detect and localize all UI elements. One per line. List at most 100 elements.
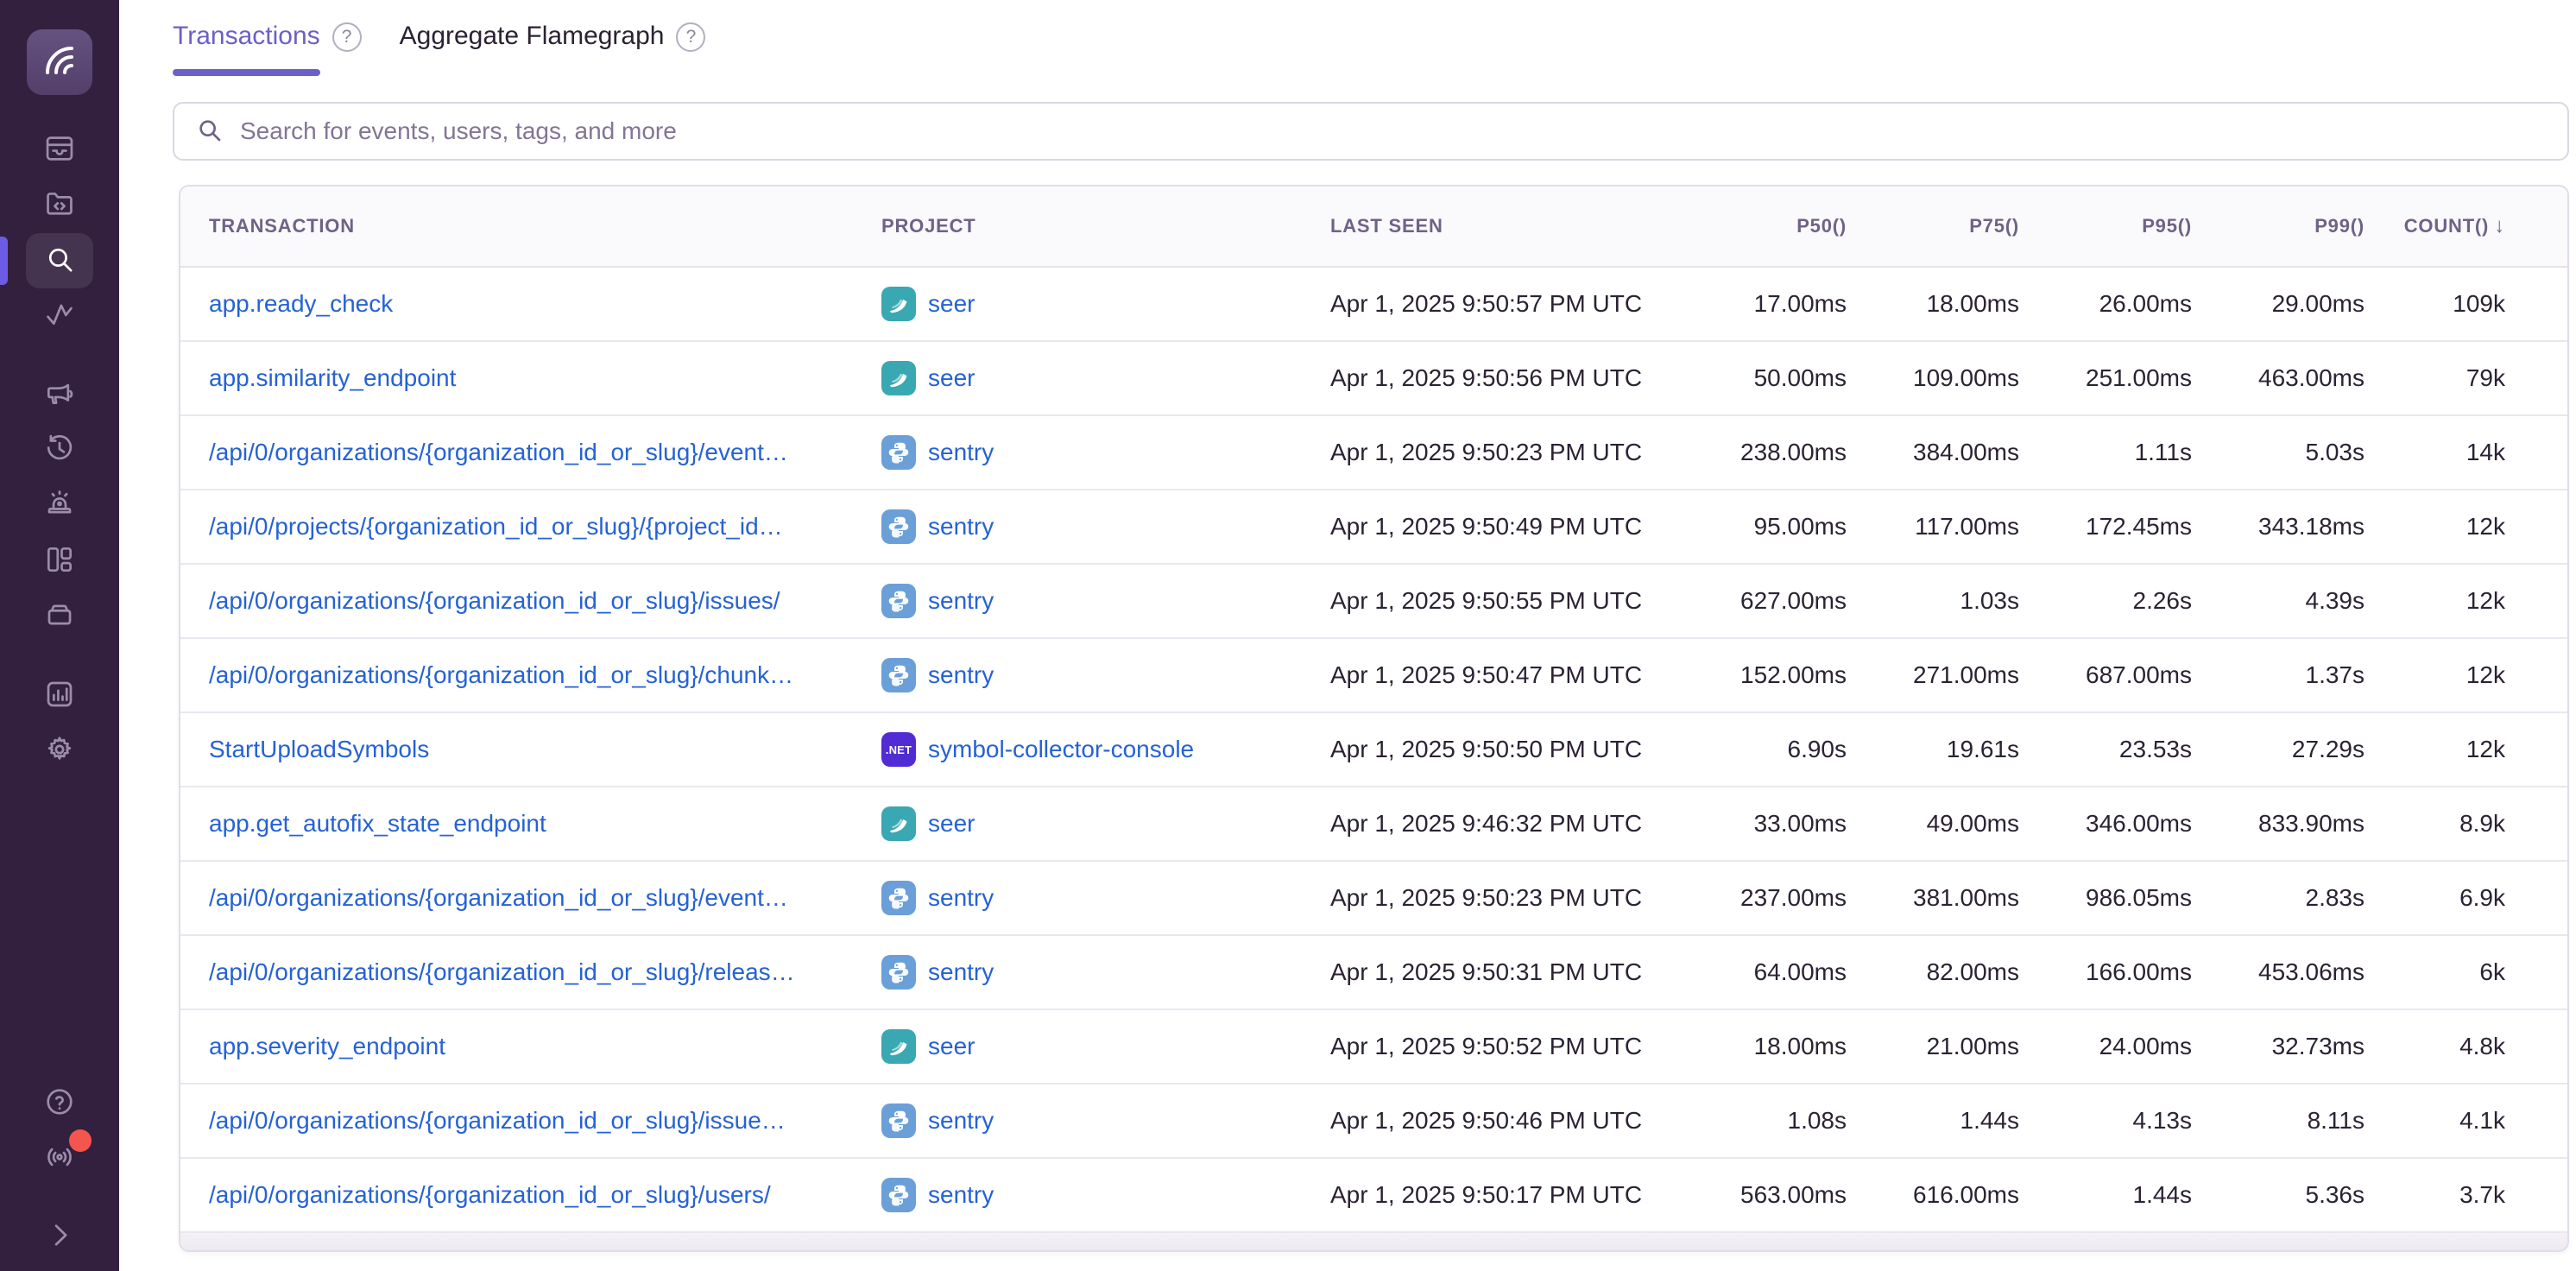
sidebar-item-search[interactable] xyxy=(26,233,93,288)
p99-value: 1.37s xyxy=(2197,661,2370,689)
count-value: 12k xyxy=(2370,736,2536,763)
p50-value: 6.90s xyxy=(1670,736,1852,763)
tab-aggregate-flamegraph-label: Aggregate Flamegraph xyxy=(400,19,665,54)
transaction-link[interactable]: StartUploadSymbols xyxy=(209,736,871,763)
transaction-link[interactable]: /api/0/organizations/{organization_id_or… xyxy=(209,1181,871,1209)
p75-value: 109.00ms xyxy=(1852,364,2024,392)
count-value: 12k xyxy=(2370,513,2536,541)
expand-chevron-icon xyxy=(43,1218,76,1255)
project-link[interactable]: sentry xyxy=(928,513,994,541)
seer-icon xyxy=(881,806,916,841)
python-icon xyxy=(881,584,916,618)
transactions-help-icon[interactable]: ? xyxy=(332,22,362,52)
releases-icon xyxy=(43,598,76,636)
dotnet-icon: .NET xyxy=(881,732,916,767)
column-header-p99[interactable]: P99() xyxy=(2197,215,2370,237)
transaction-link[interactable]: /api/0/organizations/{organization_id_or… xyxy=(209,587,871,615)
project-link[interactable]: sentry xyxy=(928,439,994,466)
column-header-p50[interactable]: P50() xyxy=(1670,215,1852,237)
project-link[interactable]: seer xyxy=(928,1033,975,1060)
help-icon xyxy=(43,1085,76,1122)
p95-value: 346.00ms xyxy=(2024,810,2197,838)
project-link[interactable]: sentry xyxy=(928,958,994,986)
sidebar-item-expand-chevron[interactable] xyxy=(26,1209,93,1264)
column-header-project[interactable]: PROJECT xyxy=(876,215,1325,237)
table-row: /api/0/organizations/{organization_id_or… xyxy=(180,1159,2567,1233)
column-header-p95[interactable]: P95() xyxy=(2024,215,2197,237)
column-header-count[interactable]: COUNT()↓ xyxy=(2370,214,2536,238)
search-bar[interactable] xyxy=(173,102,2569,161)
sentry-logo-button[interactable] xyxy=(27,29,92,95)
count-value: 79k xyxy=(2370,364,2536,392)
project-link[interactable]: sentry xyxy=(928,884,994,912)
transaction-link[interactable]: /api/0/organizations/{organization_id_or… xyxy=(209,439,871,466)
project-link[interactable]: seer xyxy=(928,364,975,392)
project-link[interactable]: sentry xyxy=(928,661,994,689)
search-icon xyxy=(195,116,223,148)
table-row: app.get_autofix_state_endpoint seer Apr … xyxy=(180,787,2567,862)
p95-value: 986.05ms xyxy=(2024,884,2197,912)
search-input[interactable] xyxy=(238,117,2547,146)
aggregate-flamegraph-help-icon[interactable]: ? xyxy=(676,22,705,52)
transaction-link[interactable]: app.severity_endpoint xyxy=(209,1033,871,1060)
main-content: Transactions ? Aggregate Flamegraph ? TR… xyxy=(119,0,2576,1271)
seer-icon xyxy=(881,361,916,395)
p95-value: 23.53s xyxy=(2024,736,2197,763)
p75-value: 384.00ms xyxy=(1852,439,2024,466)
traces-icon xyxy=(43,298,76,335)
transaction-link[interactable]: app.get_autofix_state_endpoint xyxy=(209,810,871,838)
project-link[interactable]: seer xyxy=(928,810,975,838)
count-value: 109k xyxy=(2370,290,2536,318)
sidebar-item-dashboards[interactable] xyxy=(26,534,93,589)
p99-value: 5.03s xyxy=(2197,439,2370,466)
tab-aggregate-flamegraph[interactable]: Aggregate Flamegraph ? xyxy=(400,19,706,76)
transaction-link[interactable]: /api/0/projects/{organization_id_or_slug… xyxy=(209,513,871,541)
notification-badge xyxy=(69,1129,92,1152)
project-link[interactable]: sentry xyxy=(928,587,994,615)
sidebar-item-feedback[interactable] xyxy=(26,368,93,423)
last-seen-value: Apr 1, 2025 9:50:50 PM UTC xyxy=(1325,736,1670,763)
last-seen-value: Apr 1, 2025 9:50:55 PM UTC xyxy=(1325,587,1670,615)
p95-value: 1.11s xyxy=(2024,439,2197,466)
sidebar-item-alerts[interactable] xyxy=(26,478,93,534)
p75-value: 616.00ms xyxy=(1852,1181,2024,1209)
column-header-p75[interactable]: P75() xyxy=(1852,215,2024,237)
project-link[interactable]: symbol-collector-console xyxy=(928,736,1194,763)
p75-value: 82.00ms xyxy=(1852,958,2024,986)
sidebar-item-stats[interactable] xyxy=(26,668,93,724)
project-link[interactable]: sentry xyxy=(928,1107,994,1135)
sidebar-item-traces[interactable] xyxy=(26,288,93,344)
sidebar-group-primary xyxy=(26,123,93,344)
transaction-link[interactable]: app.ready_check xyxy=(209,290,871,318)
project-link[interactable]: seer xyxy=(928,290,975,318)
p95-value: 4.13s xyxy=(2024,1107,2197,1135)
transaction-link[interactable]: app.similarity_endpoint xyxy=(209,364,871,392)
transaction-link[interactable]: /api/0/organizations/{organization_id_or… xyxy=(209,1107,871,1135)
python-icon xyxy=(881,435,916,470)
sidebar-item-issues[interactable] xyxy=(26,123,93,178)
p50-value: 95.00ms xyxy=(1670,513,1852,541)
sidebar-item-replays[interactable] xyxy=(26,423,93,478)
transaction-link[interactable]: /api/0/organizations/{organization_id_or… xyxy=(209,884,871,912)
sidebar-item-help[interactable] xyxy=(26,1076,93,1131)
transaction-link[interactable]: /api/0/organizations/{organization_id_or… xyxy=(209,661,871,689)
column-header-transaction[interactable]: TRANSACTION xyxy=(180,215,876,237)
column-header-last-seen[interactable]: LAST SEEN xyxy=(1325,215,1670,237)
last-seen-value: Apr 1, 2025 9:50:47 PM UTC xyxy=(1325,661,1670,689)
p99-value: 29.00ms xyxy=(2197,290,2370,318)
sort-desc-arrow-icon: ↓ xyxy=(2494,214,2505,237)
count-value: 8.9k xyxy=(2370,810,2536,838)
sidebar-item-whats-new[interactable] xyxy=(26,1131,93,1186)
tab-transactions[interactable]: Transactions ? xyxy=(173,19,362,76)
p95-value: 166.00ms xyxy=(2024,958,2197,986)
sidebar-item-explore[interactable] xyxy=(26,178,93,233)
project-link[interactable]: sentry xyxy=(928,1181,994,1209)
p99-value: 4.39s xyxy=(2197,587,2370,615)
table-row: /api/0/organizations/{organization_id_or… xyxy=(180,416,2567,490)
sidebar-group-tertiary xyxy=(26,668,93,779)
transaction-link[interactable]: /api/0/organizations/{organization_id_or… xyxy=(209,958,871,986)
sidebar-item-settings[interactable] xyxy=(26,724,93,779)
p50-value: 50.00ms xyxy=(1670,364,1852,392)
sidebar-item-releases[interactable] xyxy=(26,589,93,644)
last-seen-value: Apr 1, 2025 9:50:56 PM UTC xyxy=(1325,364,1670,392)
